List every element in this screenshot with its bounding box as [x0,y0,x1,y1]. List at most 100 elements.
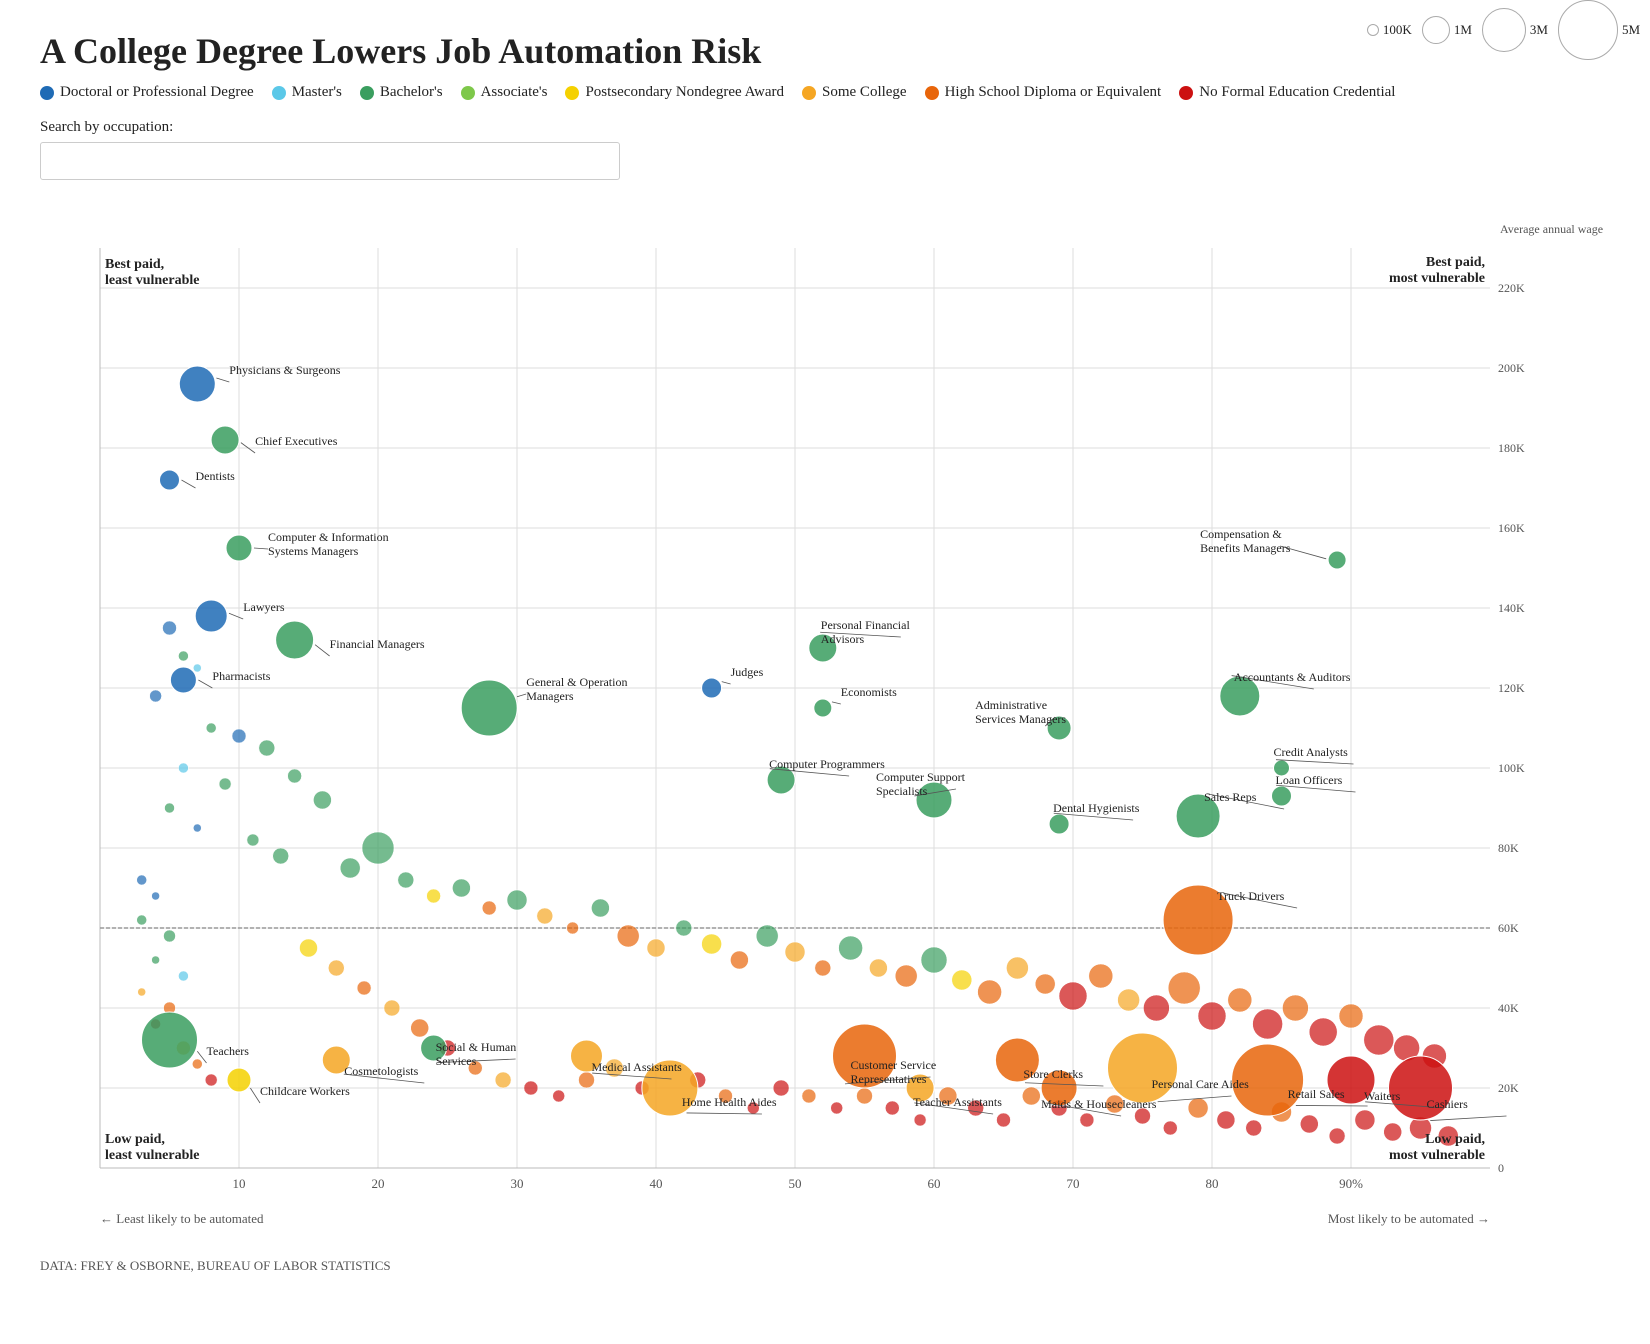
bubble[interactable] [357,981,371,995]
search-input[interactable] [40,142,620,180]
bubble[interactable] [482,901,496,915]
bubble[interactable] [785,942,805,962]
bubble[interactable] [232,729,246,743]
bubble[interactable] [730,951,748,969]
bubble[interactable] [647,939,665,957]
bubble[interactable] [259,740,275,756]
bubble[interactable] [152,956,160,964]
bubble[interactable] [340,858,360,878]
bubble[interactable] [507,890,527,910]
bubble[interactable] [205,1074,217,1086]
bubble[interactable] [165,803,175,813]
bubble[interactable] [164,930,176,942]
bubble[interactable] [617,925,639,947]
bubble[interactable] [328,960,344,976]
bubble[interactable] [1339,1004,1363,1028]
bubble-labeled[interactable] [179,366,215,402]
bubble[interactable] [1006,957,1028,979]
bubble[interactable] [206,723,216,733]
bubble[interactable] [1022,1087,1040,1105]
bubble[interactable] [313,791,331,809]
bubble-labeled[interactable] [170,667,196,693]
bubble[interactable] [914,1114,926,1126]
bubble[interactable] [288,769,302,783]
bubble[interactable] [384,1000,400,1016]
bubble[interactable] [839,936,863,960]
bubble[interactable] [885,1101,899,1115]
bubble[interactable] [1198,1002,1226,1030]
bubble[interactable] [427,889,441,903]
bubble[interactable] [895,965,917,987]
bubble[interactable] [219,778,231,790]
bubble-labeled[interactable] [814,699,832,717]
bubble[interactable] [163,621,177,635]
bubble[interactable] [178,763,188,773]
bubble[interactable] [1384,1123,1402,1141]
bubble-labeled[interactable] [195,600,227,632]
bubble-labeled[interactable] [702,678,722,698]
bubble[interactable] [495,1072,511,1088]
bubble[interactable] [152,892,160,900]
bubble-labeled[interactable] [226,535,252,561]
bubble[interactable] [978,980,1002,1004]
bubble[interactable] [411,1019,429,1037]
bubble[interactable] [1329,1128,1345,1144]
bubble-labeled[interactable] [211,426,239,454]
bubble[interactable] [247,834,259,846]
bubble[interactable] [1168,972,1200,1004]
bubble[interactable] [1089,964,1113,988]
bubble[interactable] [1118,989,1140,1011]
bubble[interactable] [300,939,318,957]
bubble[interactable] [1253,1009,1283,1039]
bubble[interactable] [137,915,147,925]
bubble[interactable] [1188,1098,1208,1118]
bubble[interactable] [952,970,972,990]
bubble[interactable] [756,925,778,947]
bubble[interactable] [193,664,201,672]
bubble[interactable] [452,879,470,897]
bubble[interactable] [524,1081,538,1095]
bubble-labeled[interactable] [1272,786,1292,806]
bubble[interactable] [579,1072,595,1088]
bubble[interactable] [553,1090,565,1102]
bubble-labeled[interactable] [276,621,314,659]
bubble[interactable] [1217,1111,1235,1129]
bubble[interactable] [831,1102,843,1114]
bubble[interactable] [997,1113,1011,1127]
bubble[interactable] [676,920,692,936]
bubble[interactable] [921,947,947,973]
bubble-labeled[interactable] [461,680,517,736]
bubble[interactable] [1355,1110,1375,1130]
bubble[interactable] [857,1088,873,1104]
bubble[interactable] [815,960,831,976]
bubble[interactable] [1228,988,1252,1012]
bubble[interactable] [398,872,414,888]
bubble[interactable] [138,988,146,996]
bubble[interactable] [591,899,609,917]
bubble[interactable] [1143,995,1169,1021]
bubble[interactable] [1282,995,1308,1021]
bubble[interactable] [178,651,188,661]
bubble[interactable] [1300,1115,1318,1133]
bubble[interactable] [1163,1121,1177,1135]
bubble-labeled[interactable] [142,1012,198,1068]
bubble[interactable] [802,1089,816,1103]
bubble[interactable] [1035,974,1055,994]
bubble[interactable] [1309,1018,1337,1046]
bubble[interactable] [137,875,147,885]
bubble[interactable] [702,934,722,954]
bubble[interactable] [178,971,188,981]
bubble-labeled[interactable] [160,470,180,490]
bubble[interactable] [537,908,553,924]
bubble[interactable] [773,1080,789,1096]
bubble[interactable] [273,848,289,864]
bubble[interactable] [192,1059,202,1069]
bubble[interactable] [1080,1113,1094,1127]
bubble[interactable] [567,922,579,934]
bubble-labeled[interactable] [1328,551,1346,569]
bubble[interactable] [362,832,394,864]
bubble[interactable] [869,959,887,977]
bubble[interactable] [1059,982,1087,1010]
bubble[interactable] [150,690,162,702]
bubble[interactable] [193,824,201,832]
